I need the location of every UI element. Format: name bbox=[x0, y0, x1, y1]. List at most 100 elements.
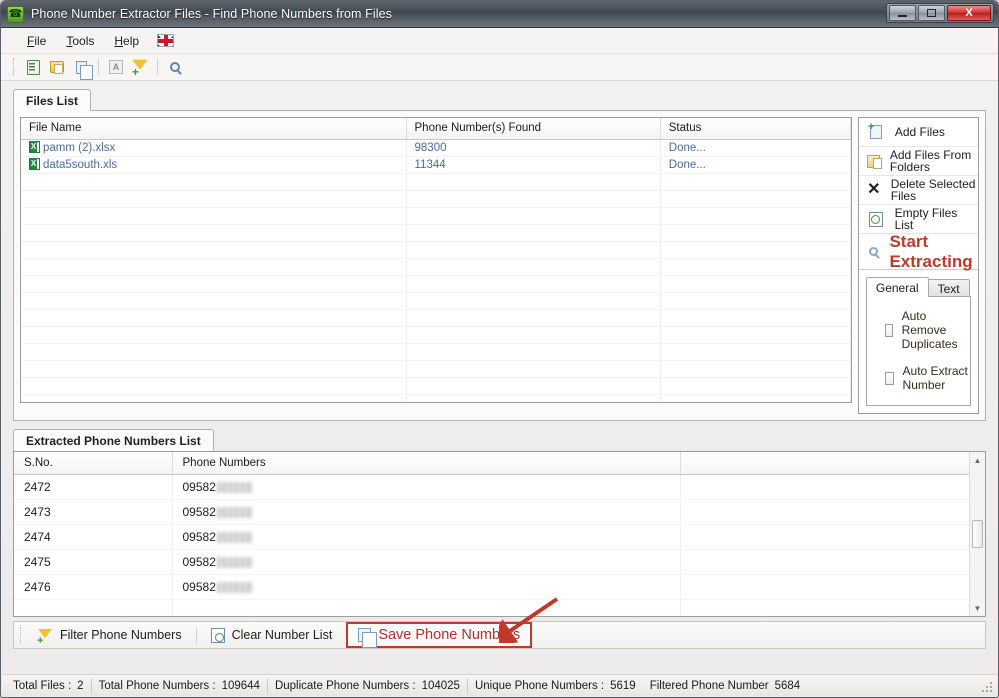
list-item[interactable]: 2475 09582 bbox=[14, 549, 985, 575]
table-row-empty[interactable] bbox=[21, 343, 851, 361]
list-item[interactable]: 2472 09582 bbox=[14, 474, 985, 500]
total-numbers-label: Total Phone Numbers : bbox=[98, 679, 216, 692]
add-files-icon[interactable] bbox=[22, 57, 44, 78]
minimize-button[interactable] bbox=[889, 5, 916, 21]
empty-files-list-button[interactable]: Empty Files List bbox=[858, 205, 978, 234]
menu-bar: File Tools Help bbox=[1, 28, 998, 54]
duplicate-label: Duplicate Phone Numbers : bbox=[274, 679, 416, 692]
table-row-empty[interactable] bbox=[21, 173, 851, 191]
empty-cell bbox=[406, 377, 661, 395]
column-file-name[interactable]: File Name bbox=[21, 118, 407, 140]
table-row-empty[interactable] bbox=[21, 190, 851, 208]
toolbar-grip[interactable] bbox=[13, 58, 16, 76]
table-row-empty[interactable] bbox=[21, 360, 851, 378]
filter-add-icon[interactable] bbox=[129, 57, 151, 78]
window-title: Phone Number Extractor Files - Find Phon… bbox=[31, 7, 392, 21]
table-row-empty[interactable] bbox=[21, 224, 851, 242]
tab-files-list[interactable]: Files List bbox=[13, 89, 92, 111]
excel-file-icon bbox=[29, 158, 40, 170]
table-row-empty[interactable] bbox=[21, 258, 851, 276]
empty-cell bbox=[660, 360, 851, 378]
auto-extract-number-label: Auto Extract Number bbox=[902, 364, 968, 392]
copy-icon[interactable] bbox=[70, 57, 93, 80]
total-files-value: 2 bbox=[77, 679, 84, 692]
status-total-numbers: Total Phone Numbers : 109644 bbox=[92, 677, 268, 694]
list-item[interactable]: 2474 09582 bbox=[14, 524, 985, 550]
title-bar: ☎ Phone Number Extractor Files - Find Ph… bbox=[1, 1, 998, 28]
column-sno[interactable]: S.No. bbox=[14, 452, 173, 475]
auto-remove-duplicates-row[interactable]: Auto Remove Duplicates bbox=[884, 309, 970, 351]
auto-extract-number-row[interactable]: Auto Extract Number bbox=[884, 364, 970, 392]
file-name-cell: data5south.xls bbox=[21, 156, 407, 174]
empty-cell bbox=[406, 190, 661, 208]
table-row-empty[interactable] bbox=[21, 241, 851, 259]
list-item-empty[interactable] bbox=[14, 599, 985, 616]
filtered-value: 5684 bbox=[774, 679, 801, 692]
status-unique-numbers: Unique Phone Numbers : 5619 Filtered Pho… bbox=[468, 678, 807, 694]
column-status[interactable]: Status bbox=[660, 118, 851, 140]
delete-x-icon: ✕ bbox=[867, 181, 881, 198]
scrollbar-thumb[interactable] bbox=[972, 520, 983, 548]
application-window: ☎ Phone Number Extractor Files - Find Ph… bbox=[0, 0, 999, 698]
table-row-empty[interactable] bbox=[21, 207, 851, 225]
empty-cell bbox=[660, 394, 851, 402]
empty-cell bbox=[14, 599, 173, 616]
actions-panel: Add Files Add Files From Folders ✕ Delet… bbox=[857, 117, 979, 414]
menu-help[interactable]: Help bbox=[104, 31, 149, 51]
menu-file-rest: ile bbox=[34, 33, 47, 48]
files-grid[interactable]: File Name Phone Number(s) Found Status p… bbox=[20, 117, 852, 403]
table-row-empty[interactable] bbox=[21, 309, 851, 327]
table-row[interactable]: pamm (2).xlsx 98300 Done... bbox=[21, 139, 851, 157]
files-table: File Name Phone Number(s) Found Status p… bbox=[21, 118, 851, 402]
empty-list-label: Empty Files List bbox=[894, 206, 958, 232]
column-phone-numbers[interactable]: Phone Numbers bbox=[172, 452, 681, 475]
bottom-toolbar-grip[interactable] bbox=[20, 627, 23, 643]
column-blank[interactable] bbox=[680, 452, 985, 475]
delete-selected-files-button[interactable]: ✕ Delete Selected Files bbox=[858, 176, 978, 205]
list-item[interactable]: 2476 09582 bbox=[14, 574, 985, 600]
tab-extracted-phone-numbers-list[interactable]: Extracted Phone Numbers List bbox=[13, 429, 214, 451]
search-icon[interactable] bbox=[164, 57, 186, 78]
scroll-up-icon[interactable]: ▲ bbox=[970, 452, 985, 468]
add-folder-icon[interactable] bbox=[46, 57, 68, 78]
text-a-icon[interactable]: A bbox=[105, 57, 127, 78]
scroll-down-icon[interactable]: ▼ bbox=[970, 600, 985, 616]
filter-phone-numbers-button[interactable]: Filter Phone Numbers bbox=[29, 624, 190, 647]
blank-cell bbox=[680, 549, 985, 575]
maximize-button[interactable] bbox=[918, 5, 945, 21]
extracted-scrollbar[interactable]: ▲ ▼ bbox=[969, 452, 985, 616]
table-row-empty[interactable] bbox=[21, 377, 851, 395]
close-button[interactable]: X bbox=[947, 5, 991, 21]
add-files-button[interactable]: Add Files bbox=[858, 118, 978, 147]
empty-cell bbox=[21, 360, 407, 378]
tab-general[interactable]: General bbox=[865, 277, 929, 297]
auto-remove-duplicates-checkbox[interactable] bbox=[884, 323, 893, 337]
table-row-empty[interactable] bbox=[21, 292, 851, 310]
window-controls: X bbox=[886, 3, 994, 23]
resize-grip-icon[interactable] bbox=[982, 682, 994, 694]
phone-number-cell: 09582 bbox=[172, 524, 681, 550]
empty-cell bbox=[660, 292, 851, 310]
table-row-empty[interactable] bbox=[21, 326, 851, 344]
column-phone-found[interactable]: Phone Number(s) Found bbox=[406, 118, 661, 140]
clear-number-list-button[interactable]: Clear Number List bbox=[203, 624, 341, 646]
redacted-digits bbox=[216, 581, 253, 593]
list-item[interactable]: 2473 09582 bbox=[14, 499, 985, 525]
menu-tools[interactable]: Tools bbox=[56, 31, 104, 51]
filter-phone-numbers-label: Filter Phone Numbers bbox=[60, 628, 182, 642]
auto-extract-number-checkbox[interactable] bbox=[884, 371, 894, 385]
table-row-empty[interactable] bbox=[21, 394, 851, 402]
uk-flag-icon[interactable] bbox=[157, 34, 175, 47]
extracted-grid[interactable]: S.No. Phone Numbers 2472 09582 2473 0958… bbox=[13, 451, 986, 617]
empty-cell bbox=[406, 343, 661, 361]
start-extracting-button[interactable]: Start Extracting bbox=[858, 232, 978, 271]
tab-text[interactable]: Text bbox=[927, 279, 970, 297]
save-phone-numbers-button[interactable]: Save Phone Numbers bbox=[346, 622, 533, 648]
table-row-empty[interactable] bbox=[21, 275, 851, 293]
menu-file[interactable]: File bbox=[17, 31, 56, 51]
add-files-from-folders-button[interactable]: Add Files From Folders bbox=[858, 147, 978, 176]
empty-cell bbox=[406, 173, 661, 191]
extracted-body: 2472 09582 2473 09582 2474 09582 2475 09… bbox=[14, 474, 985, 616]
clear-list-icon bbox=[210, 627, 225, 643]
table-row[interactable]: data5south.xls 11344 Done... bbox=[21, 156, 851, 174]
